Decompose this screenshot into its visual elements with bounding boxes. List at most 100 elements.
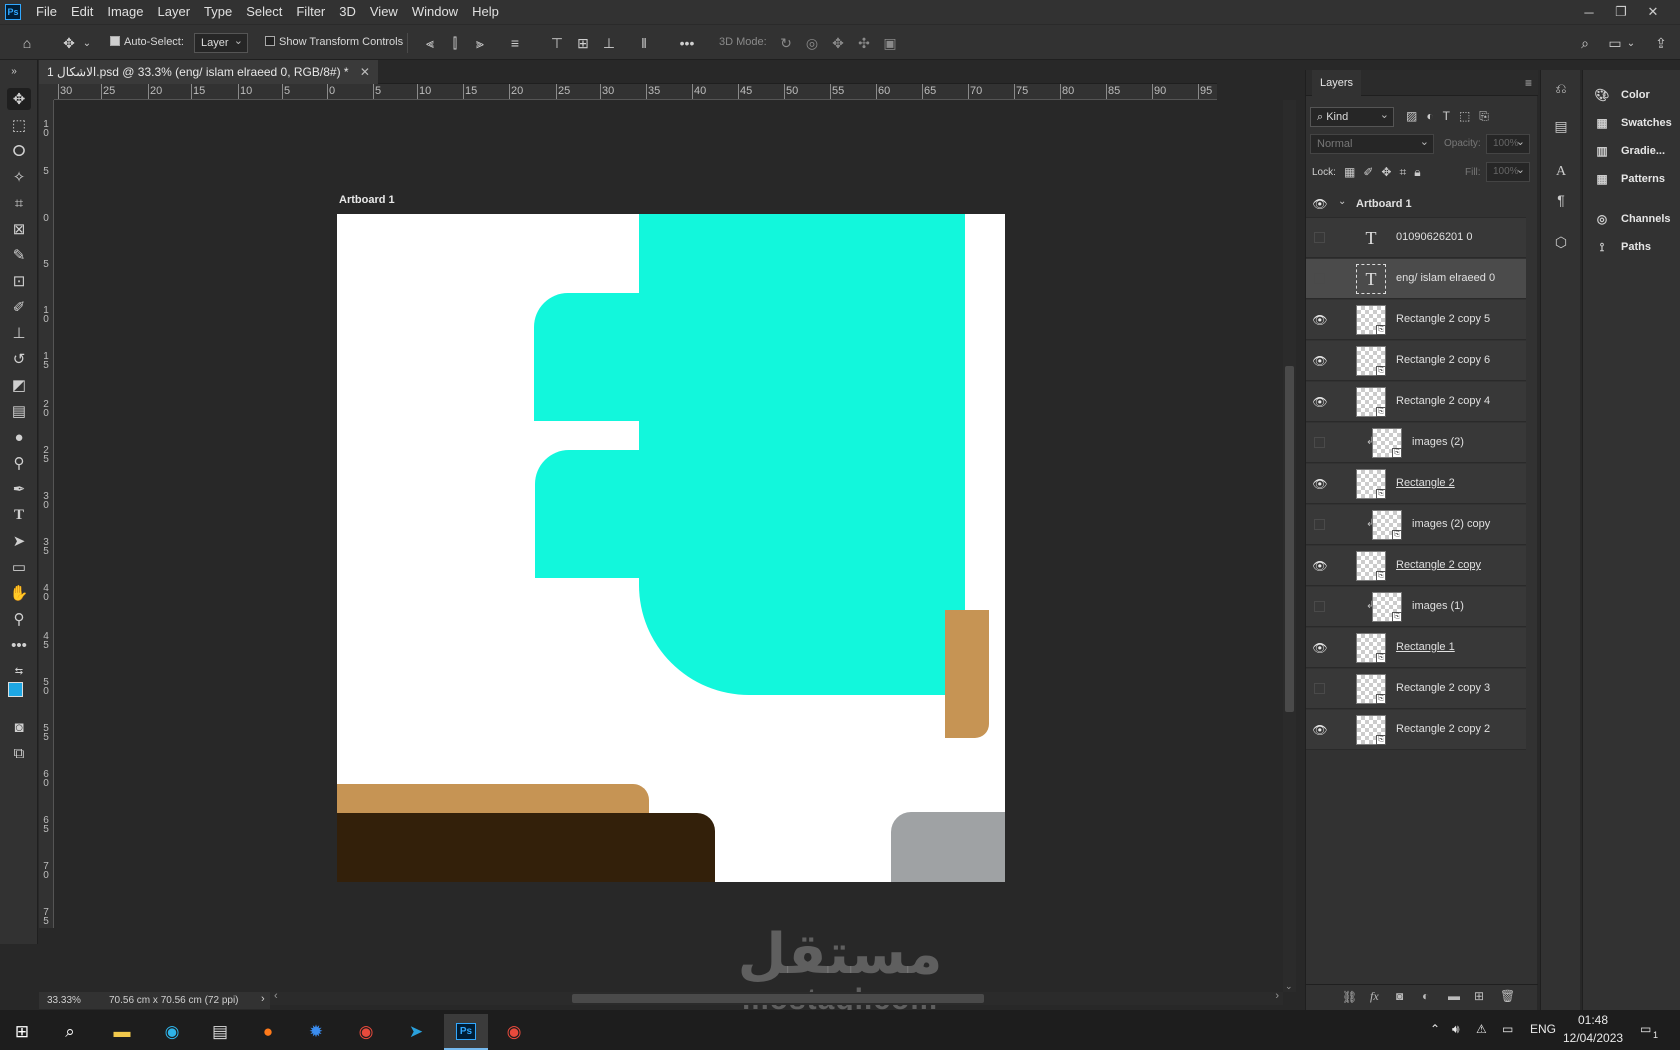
- new-group-icon[interactable]: ▬: [1448, 989, 1460, 1003]
- support-app-icon[interactable]: ✹: [294, 1014, 338, 1050]
- horizontal-scroll-thumb[interactable]: [572, 994, 984, 1003]
- scroll-down-icon[interactable]: ⌄: [1285, 981, 1293, 992]
- network-icon[interactable]: ⚠︎: [1476, 1022, 1487, 1036]
- expand-toolbar-icon[interactable]: »: [2, 60, 26, 82]
- lock-position-icon[interactable]: ✥: [1381, 165, 1399, 179]
- zoom-level[interactable]: 33.33%: [47, 995, 81, 1006]
- layer-row[interactable]: 👁︎ ⎘ Rectangle 2 copy 5: [1306, 300, 1526, 340]
- visibility-eye-icon[interactable]: 👁︎: [1312, 395, 1328, 409]
- move-tool-icon[interactable]: ✥: [7, 88, 31, 110]
- rectangle-2-copy-2-shape[interactable]: [891, 812, 1005, 882]
- fill-input[interactable]: 100%: [1486, 162, 1530, 182]
- layer-row[interactable]: ⎘ Rectangle 2 copy 3: [1306, 669, 1526, 709]
- visibility-toggle-off[interactable]: [1314, 601, 1325, 612]
- blur-tool-icon[interactable]: ●: [7, 426, 31, 448]
- menu-filter[interactable]: Filter: [289, 0, 332, 24]
- filter-adjustment-icon[interactable]: ◐: [1426, 109, 1442, 123]
- dock-color[interactable]: 🎨︎ Color: [1583, 82, 1680, 108]
- menu-view[interactable]: View: [363, 0, 405, 24]
- align-left-icon[interactable]: ⫷: [421, 34, 439, 52]
- file-explorer-icon[interactable]: ▬: [100, 1014, 144, 1050]
- filter-smart-object-icon[interactable]: ⎘: [1479, 109, 1498, 123]
- dock-channels[interactable]: ◎ Channels: [1583, 206, 1680, 232]
- visibility-toggle-off[interactable]: [1314, 273, 1325, 284]
- tray-chevron-up-icon[interactable]: ⌃: [1430, 1022, 1440, 1036]
- visibility-eye-icon[interactable]: 👁︎: [1312, 477, 1328, 491]
- edge-browser-icon[interactable]: ◉: [150, 1014, 194, 1050]
- scroll-right-icon[interactable]: ›: [1275, 990, 1279, 1002]
- pen-tool-icon[interactable]: ✒: [7, 478, 31, 500]
- dock-gradients[interactable]: ▥ Gradie...: [1583, 138, 1680, 164]
- menu-layer[interactable]: Layer: [151, 0, 198, 24]
- menu-help[interactable]: Help: [465, 0, 506, 24]
- 3d-slide-icon[interactable]: ✣: [855, 34, 873, 52]
- document-tab[interactable]: الاشكال 1.psd @ 33.3% (eng/ islam elraee…: [39, 60, 378, 84]
- character-icon[interactable]: A: [1552, 164, 1570, 182]
- menu-type[interactable]: Type: [197, 0, 239, 24]
- layer-row[interactable]: 👁︎ ⎘ Rectangle 2: [1306, 464, 1526, 504]
- horizontal-scrollbar[interactable]: ‹ ›: [270, 990, 1283, 1005]
- horizontal-ruler[interactable]: 30 25 20 15 10 5 0 5 10 15 20 25 30 35 40 45 50 55 60 65 70 7…: [54, 84, 1217, 100]
- opacity-input[interactable]: 100%: [1486, 134, 1530, 154]
- rectangle-tool-icon[interactable]: ▭: [7, 556, 31, 578]
- dock-swatches[interactable]: ▦ Swatches: [1583, 110, 1680, 136]
- filter-pixel-icon[interactable]: ▨: [1406, 109, 1426, 123]
- rectangle-2-shape[interactable]: [534, 293, 644, 421]
- eraser-tool-icon[interactable]: ◩: [7, 374, 31, 396]
- visibility-toggle-off[interactable]: [1314, 683, 1325, 694]
- windows-start-icon[interactable]: ⊞: [0, 1014, 44, 1050]
- notifications-icon[interactable]: ▭: [1640, 1022, 1651, 1036]
- lock-artboard-icon[interactable]: ⌗: [1399, 165, 1414, 179]
- panel-menu-icon[interactable]: ≡: [1525, 76, 1532, 90]
- firefox-icon[interactable]: ●: [246, 1014, 290, 1050]
- close-tab-icon[interactable]: ✕: [360, 65, 370, 79]
- history-brush-tool-icon[interactable]: ↺: [7, 348, 31, 370]
- battery-icon[interactable]: ▭: [1502, 1022, 1513, 1036]
- lock-transparent-icon[interactable]: ▦: [1344, 165, 1363, 179]
- lock-all-icon[interactable]: 🔒︎: [1414, 165, 1428, 179]
- visibility-toggle-off[interactable]: [1314, 437, 1325, 448]
- swap-colors-icon[interactable]: ⇆: [7, 660, 31, 682]
- history-icon[interactable]: ⎌: [1552, 80, 1570, 98]
- layer-row[interactable]: 👁︎ ⎘ Rectangle 1: [1306, 628, 1526, 668]
- path-selection-tool-icon[interactable]: ➤: [7, 530, 31, 552]
- clock-date[interactable]: 12/04/2023: [1563, 1031, 1623, 1045]
- visibility-toggle-off[interactable]: [1314, 519, 1325, 530]
- align-center-icon[interactable]: ⫿: [446, 34, 464, 52]
- home-icon[interactable]: ⌂: [18, 34, 36, 52]
- artboard-label[interactable]: Artboard 1: [339, 194, 395, 206]
- 3d-icon[interactable]: ⬡: [1552, 234, 1570, 252]
- language-indicator[interactable]: ENG: [1530, 1022, 1556, 1036]
- lock-image-icon[interactable]: ✐: [1363, 165, 1381, 179]
- new-layer-icon[interactable]: ⊞: [1474, 989, 1484, 1003]
- dock-patterns[interactable]: ▦ Patterns: [1583, 166, 1680, 192]
- type-tool-icon[interactable]: T: [7, 504, 31, 526]
- zoom-tool-icon[interactable]: ⚲: [7, 608, 31, 630]
- visibility-toggle-off[interactable]: [1314, 232, 1325, 243]
- layer-style-icon[interactable]: fx: [1370, 989, 1379, 1004]
- visibility-eye-icon[interactable]: 👁︎: [1312, 313, 1328, 327]
- edit-toolbar-icon[interactable]: •••: [7, 634, 31, 656]
- delete-layer-icon[interactable]: 🗑︎: [1500, 989, 1515, 1003]
- telegram-icon[interactable]: ➤: [394, 1014, 438, 1050]
- status-menu-icon[interactable]: ›: [261, 993, 265, 1005]
- gradient-tool-icon[interactable]: ▤: [7, 400, 31, 422]
- chevron-down-icon[interactable]: ⌄: [1626, 34, 1636, 52]
- rectangle-2-copy-5-shape[interactable]: [337, 813, 715, 882]
- crop-tool-icon[interactable]: ⌗: [7, 192, 31, 214]
- align-top-icon[interactable]: ⊤: [548, 34, 566, 52]
- filter-type-icon[interactable]: T: [1443, 109, 1459, 123]
- dodge-tool-icon[interactable]: ⚲: [7, 452, 31, 474]
- visibility-eye-icon[interactable]: 👁︎: [1312, 197, 1328, 211]
- filter-shape-icon[interactable]: ⬚: [1459, 109, 1479, 123]
- distribute-icon[interactable]: ≡: [506, 34, 524, 52]
- vertical-scrollbar[interactable]: ⌄: [1283, 100, 1296, 992]
- layer-row[interactable]: 👁︎ ⎘ Rectangle 2 copy 4: [1306, 382, 1526, 422]
- 3d-roll-icon[interactable]: ◎: [803, 34, 821, 52]
- quick-mask-icon[interactable]: ◙: [7, 716, 31, 738]
- distribute-vertical-icon[interactable]: ‖: [635, 34, 653, 52]
- layer-group-artboard-1[interactable]: 👁︎ ⌄ Artboard 1: [1306, 190, 1526, 218]
- minimize-icon[interactable]: ─: [1574, 0, 1604, 24]
- layer-row[interactable]: 👁︎ ⎘ Rectangle 2 copy 2: [1306, 710, 1526, 750]
- layer-row[interactable]: ↲ ⎘ images (2) copy: [1306, 505, 1526, 545]
